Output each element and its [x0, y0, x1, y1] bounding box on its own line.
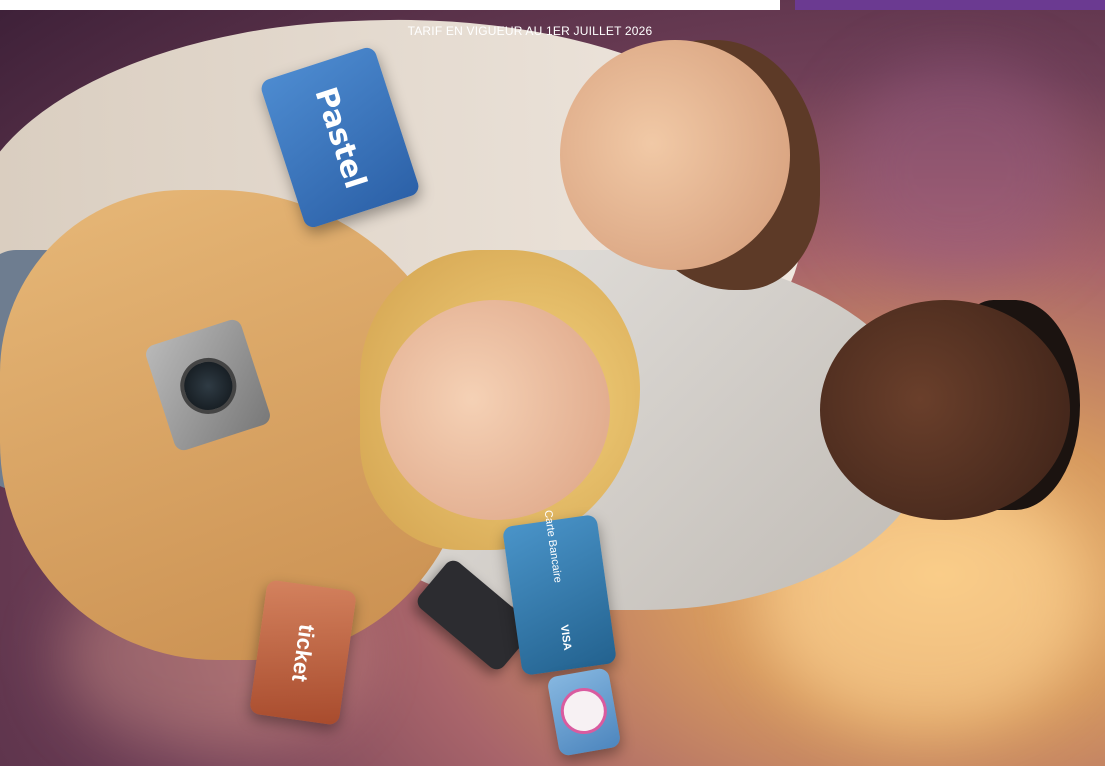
- tariff-notice: TARIF EN VIGUEUR AU 1ER JUILLET 2026: [407, 24, 653, 38]
- top-bar: [0, 0, 780, 10]
- illustration-face-glasses: [560, 40, 790, 270]
- pastel-card-label: Pastel: [307, 82, 373, 193]
- hero-banner: Pastel ticket Carte Bancaire VISA TARIF …: [0, 0, 1105, 766]
- ticket-card-label: ticket: [287, 622, 320, 683]
- visa-logo: VISA: [557, 624, 574, 652]
- accent-tab: [795, 0, 1105, 10]
- tisseo-tag: [546, 667, 622, 757]
- background-glow: [840, 60, 1080, 280]
- ticket-card: ticket: [249, 579, 357, 726]
- illustration-face-blonde: [380, 300, 610, 520]
- camera-lens: [173, 350, 244, 422]
- illustration-face-bearded: [820, 300, 1070, 520]
- tag-logo-icon: [557, 684, 611, 738]
